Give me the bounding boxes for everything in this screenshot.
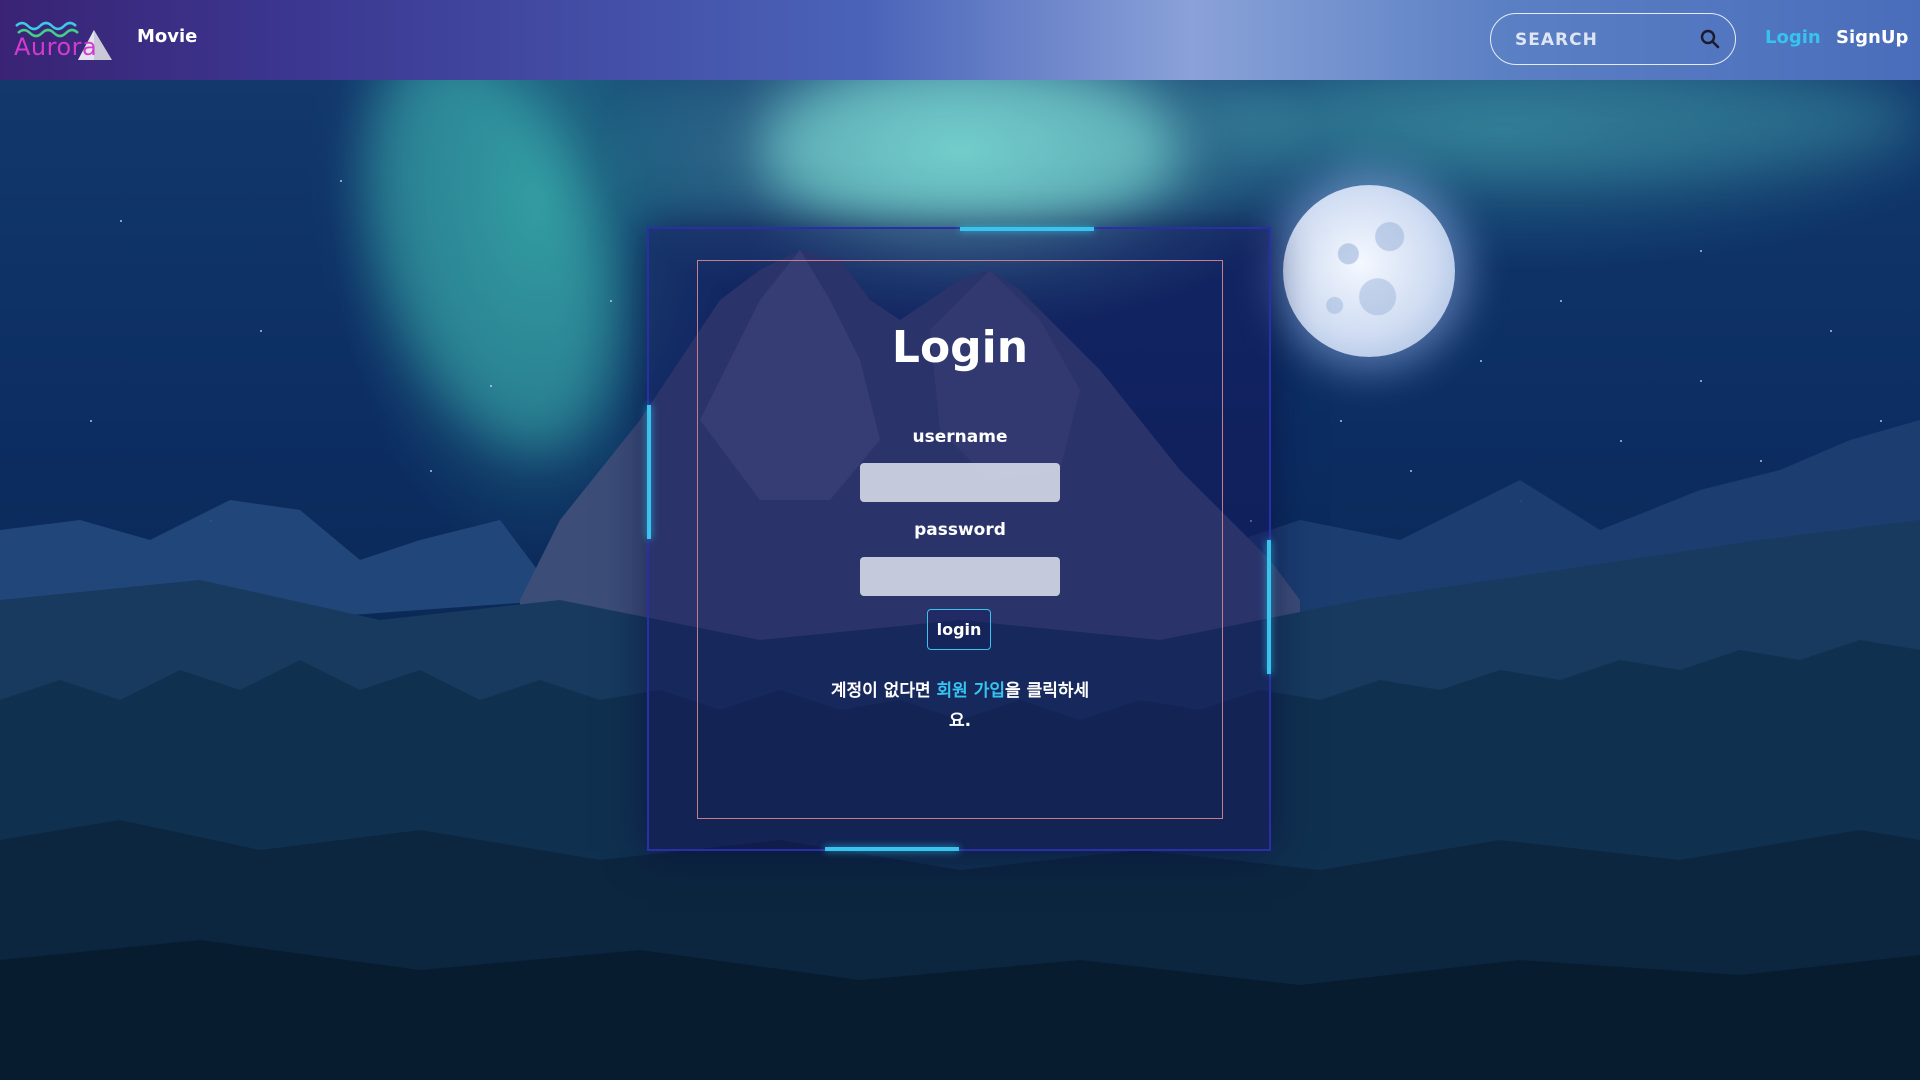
search-box [1490,13,1736,65]
card-accent-top [960,227,1094,231]
login-title: Login [891,322,1029,373]
nav-signup-link[interactable]: SignUp [1836,27,1908,48]
login-submit-button[interactable]: login [927,609,991,650]
signup-message: 계정이 없다면 회원 가입을 클릭하세요. [830,676,1090,736]
username-field[interactable] [860,463,1060,502]
search-input[interactable] [1513,24,1687,56]
password-field[interactable] [860,557,1060,596]
aurora-logo[interactable]: Aurora [12,16,114,62]
card-accent-left [647,405,651,539]
nav-login-link[interactable]: Login [1765,27,1821,48]
logo-text: Aurora [14,33,98,61]
search-icon[interactable] [1699,28,1721,50]
password-label: password [914,520,1006,540]
username-label: username [912,427,1008,447]
card-accent-bottom [825,847,959,851]
card-accent-right [1267,540,1271,674]
nav-movie-link[interactable]: Movie [137,26,197,47]
signup-link[interactable]: 회원 가입 [937,681,1005,701]
top-navbar: Aurora Movie Login SignUp [0,0,1920,80]
signup-message-prefix: 계정이 없다면 [830,681,937,701]
